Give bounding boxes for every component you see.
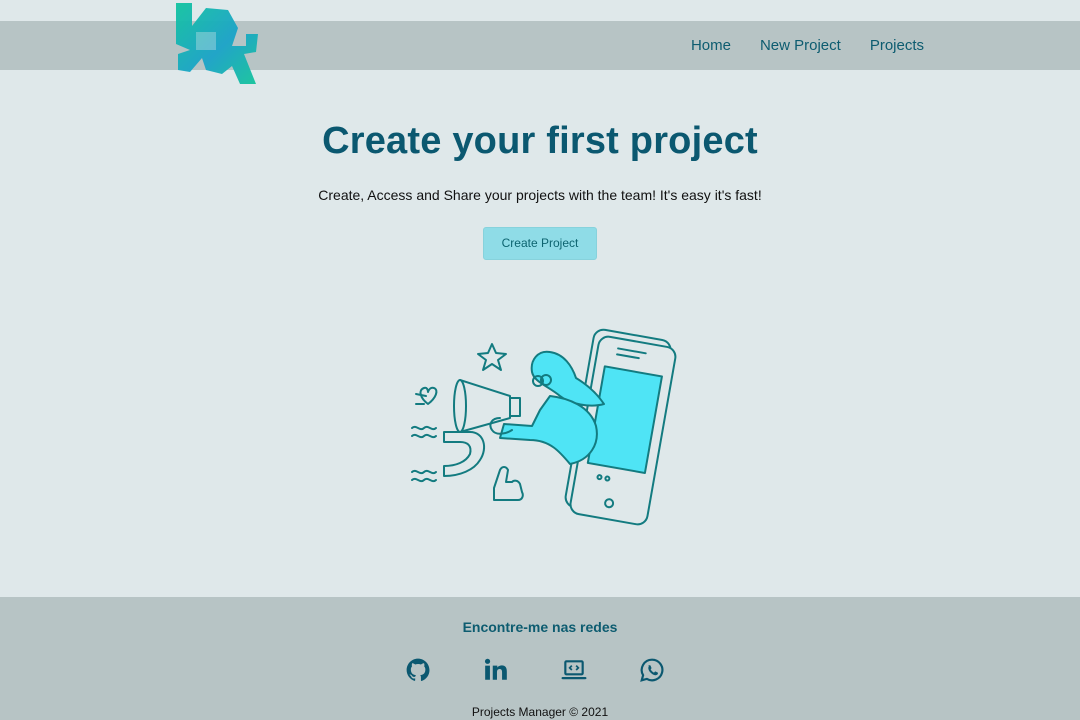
hero-section: Create your first project Create, Access… — [0, 120, 1080, 260]
page-title: Create your first project — [322, 120, 758, 162]
logo-icon[interactable] — [172, 0, 262, 88]
nav-new-project[interactable]: New Project — [760, 37, 841, 54]
linkedin-icon[interactable] — [483, 657, 509, 683]
hero-subtitle: Create, Access and Share your projects w… — [318, 187, 762, 203]
copyright-text: Projects Manager © 2021 — [471, 705, 609, 719]
nav-projects[interactable]: Projects — [870, 37, 924, 54]
nav-home[interactable]: Home — [691, 37, 731, 54]
portfolio-icon[interactable] — [561, 657, 587, 683]
megaphone-phone-illustration — [400, 320, 680, 530]
create-project-button[interactable]: Create Project — [483, 227, 597, 260]
footer-heading: Encontre-me nas redes — [462, 619, 618, 635]
main-nav: Home New Project Projects — [691, 21, 924, 70]
github-icon[interactable] — [405, 657, 431, 683]
whatsapp-icon[interactable] — [639, 657, 665, 683]
footer: Encontre-me nas redes Projects Manager ©… — [0, 597, 1080, 720]
social-links — [0, 657, 1080, 687]
